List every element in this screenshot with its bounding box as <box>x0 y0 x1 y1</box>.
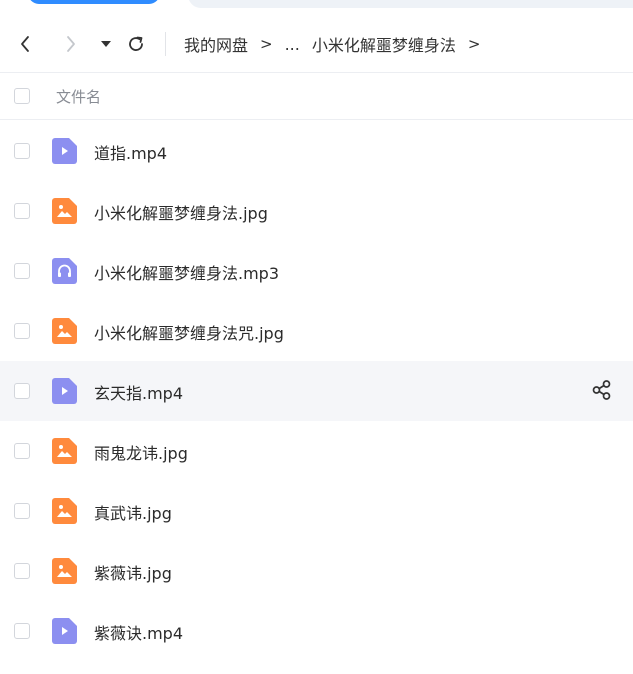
file-name[interactable]: 小米化解噩梦缠身法.jpg <box>94 200 268 224</box>
chevron-right-icon <box>67 36 75 52</box>
back-button[interactable] <box>14 32 38 56</box>
select-all-checkbox[interactable] <box>14 88 30 104</box>
caret-down-icon <box>101 41 111 47</box>
navigation-bar: 我的网盘 > ... 小米化解噩梦缠身法 > <box>0 16 633 73</box>
toolbar-divider <box>165 32 166 56</box>
breadcrumb-current[interactable]: 小米化解噩梦缠身法 <box>312 32 456 56</box>
video-file-icon <box>52 138 77 164</box>
file-checkbox[interactable] <box>14 203 30 219</box>
breadcrumb-root[interactable]: 我的网盘 <box>184 32 248 56</box>
file-checkbox[interactable] <box>14 323 30 339</box>
image-file-icon <box>52 558 77 584</box>
file-name[interactable]: 雨鬼龙讳.jpg <box>94 440 188 464</box>
list-header: 文件名 <box>0 73 633 120</box>
video-file-icon <box>52 618 77 644</box>
file-row[interactable]: 道指.mp4 <box>0 121 633 181</box>
column-header-filename[interactable]: 文件名 <box>56 86 101 107</box>
file-row[interactable]: 小米化解噩梦缠身法.jpg <box>0 181 633 241</box>
file-row[interactable]: 真武讳.jpg <box>0 481 633 541</box>
image-file-icon <box>52 498 77 524</box>
file-checkbox[interactable] <box>14 623 30 639</box>
file-name[interactable]: 玄天指.mp4 <box>94 380 183 404</box>
file-row[interactable]: 小米化解噩梦缠身法咒.jpg <box>0 301 633 361</box>
refresh-icon <box>129 36 143 51</box>
breadcrumb-ellipsis[interactable]: ... <box>285 35 300 54</box>
top-toolbar-strip <box>0 0 633 10</box>
breadcrumb-separator: > <box>260 35 273 53</box>
file-name[interactable]: 真武讳.jpg <box>94 500 172 524</box>
file-checkbox[interactable] <box>14 563 30 579</box>
file-row[interactable]: 小米化解噩梦缠身法.mp3 <box>0 241 633 301</box>
image-file-icon <box>52 198 77 224</box>
file-list: 道指.mp4 小米化解噩梦缠身法.jpg 小米化解噩梦缠身法.mp3 小米化解噩… <box>0 121 633 661</box>
refresh-button[interactable] <box>124 32 148 56</box>
file-checkbox[interactable] <box>14 383 30 399</box>
file-row[interactable]: 紫薇讳.jpg <box>0 541 633 601</box>
upload-button[interactable] <box>28 0 160 4</box>
file-checkbox[interactable] <box>14 503 30 519</box>
file-row[interactable]: 雨鬼龙讳.jpg <box>0 421 633 481</box>
search-bar[interactable] <box>188 0 633 8</box>
video-file-icon <box>52 378 77 404</box>
breadcrumb: 我的网盘 > ... 小米化解噩梦缠身法 > <box>184 32 492 56</box>
file-name[interactable]: 紫薇诀.mp4 <box>94 620 183 644</box>
file-row[interactable]: 玄天指.mp4 <box>0 361 633 421</box>
file-name[interactable]: 小米化解噩梦缠身法.mp3 <box>94 260 279 284</box>
history-dropdown-button[interactable] <box>94 32 118 56</box>
forward-button[interactable] <box>58 32 82 56</box>
file-name[interactable]: 紫薇讳.jpg <box>94 560 172 584</box>
file-name[interactable]: 道指.mp4 <box>94 140 167 164</box>
file-row[interactable]: 紫薇诀.mp4 <box>0 601 633 661</box>
file-name[interactable]: 小米化解噩梦缠身法咒.jpg <box>94 320 284 344</box>
image-file-icon <box>52 438 77 464</box>
file-checkbox[interactable] <box>14 143 30 159</box>
chevron-left-icon <box>21 36 29 52</box>
breadcrumb-separator: > <box>467 35 481 53</box>
file-checkbox[interactable] <box>14 443 30 459</box>
audio-file-icon <box>52 258 77 284</box>
image-file-icon <box>52 318 77 344</box>
share-icon[interactable] <box>591 379 613 401</box>
file-checkbox[interactable] <box>14 263 30 279</box>
